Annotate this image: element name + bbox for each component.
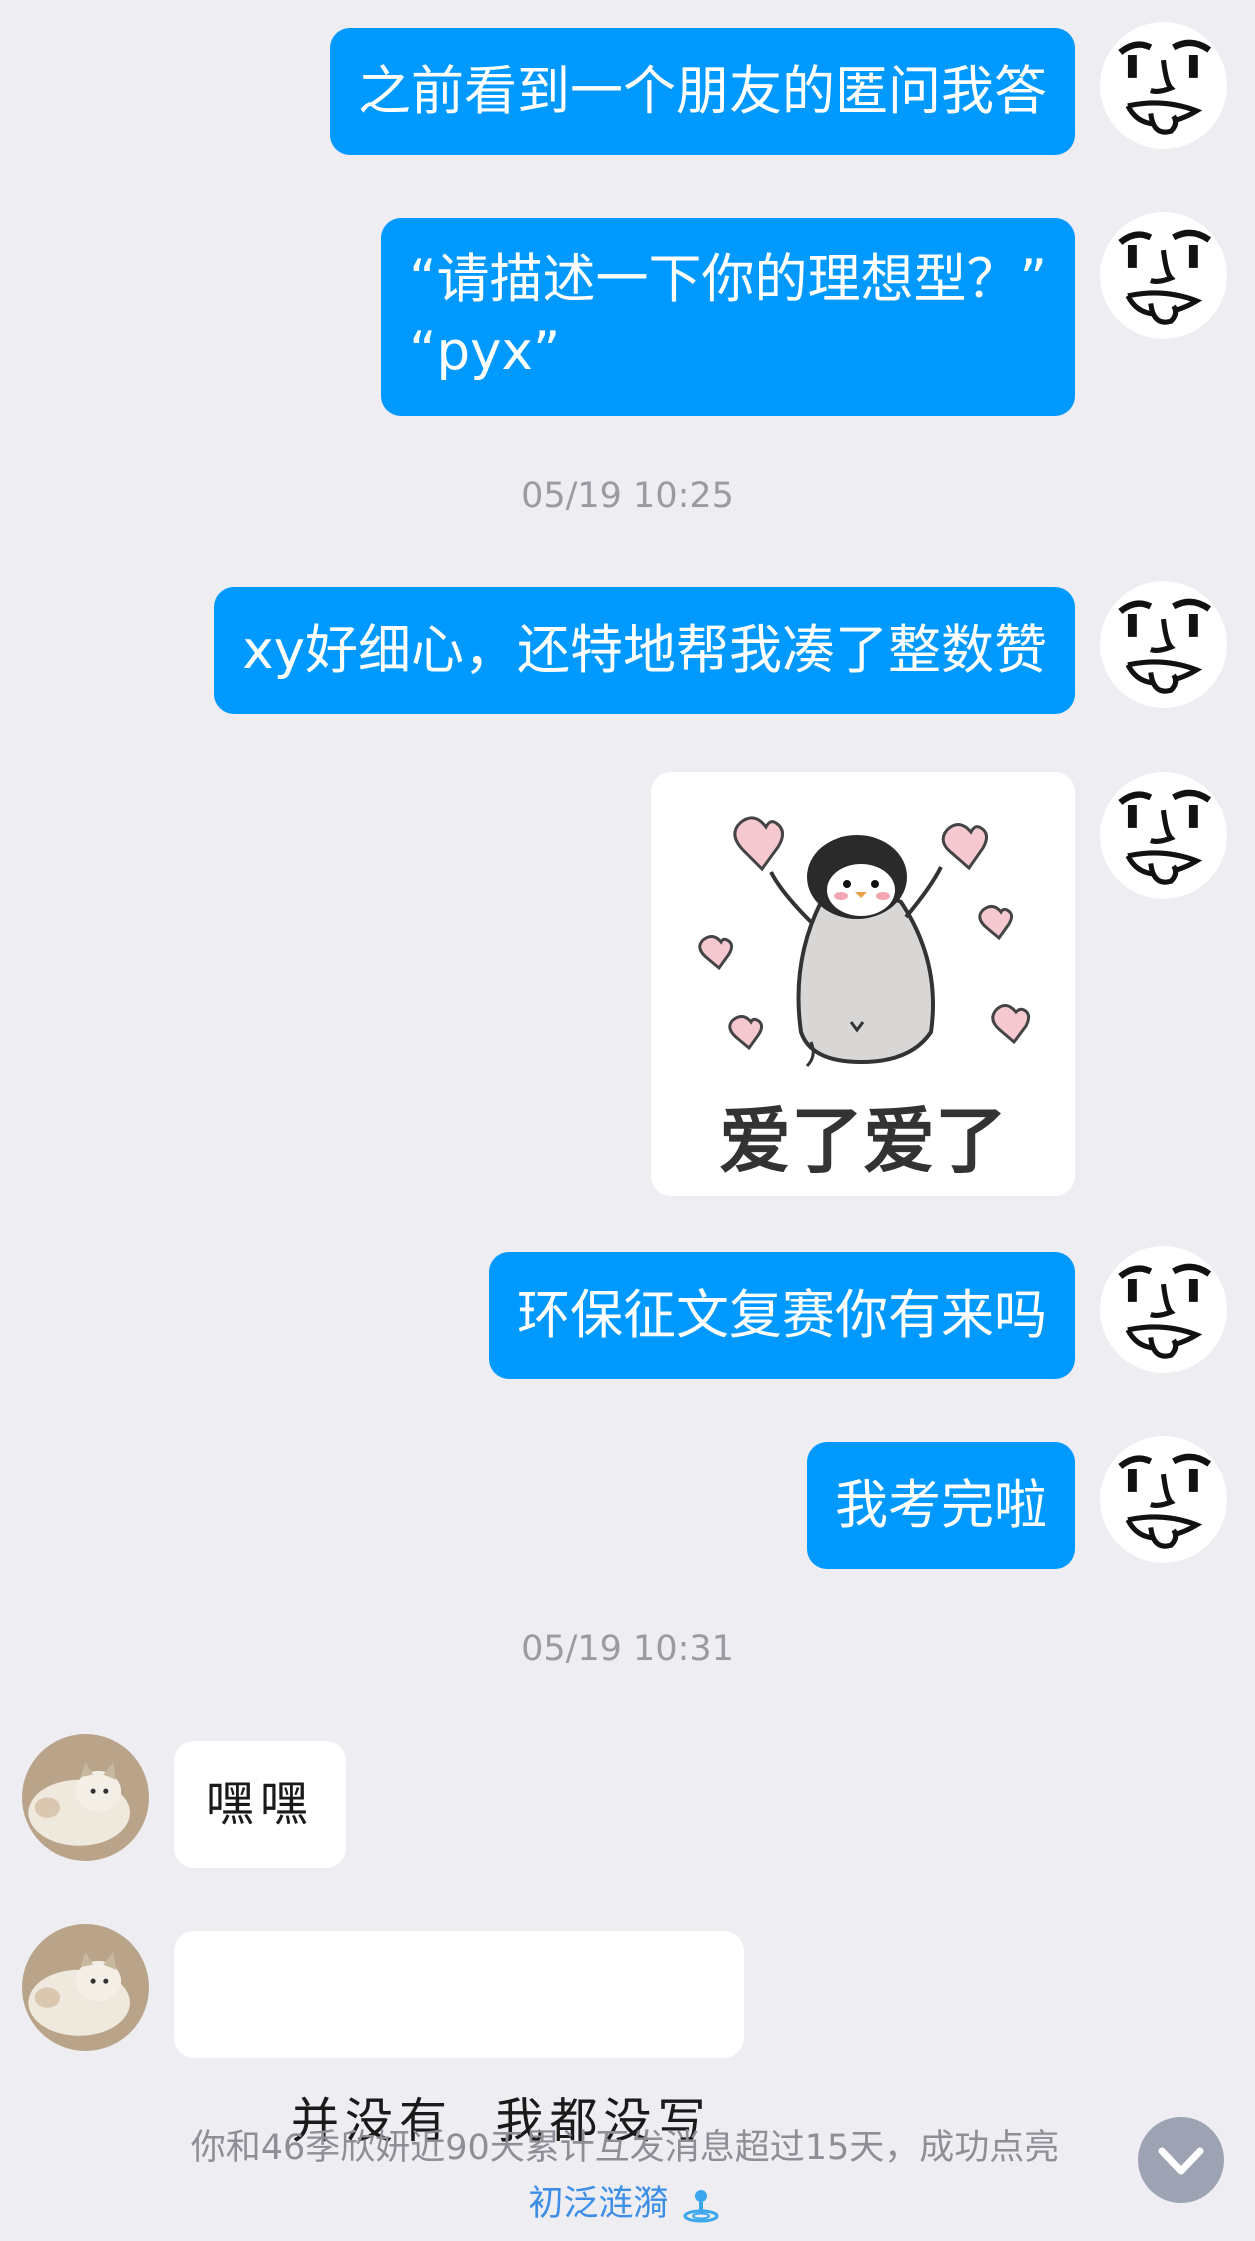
outgoing-message[interactable]: “请描述一下你的理想型？” “pyx” <box>381 218 1075 416</box>
outgoing-message[interactable]: 之前看到一个朋友的匿问我答 <box>330 28 1075 155</box>
message-text: 我考完啦 <box>835 1475 1047 1536</box>
self-avatar[interactable] <box>1100 212 1227 339</box>
message-text: 环保征文复赛你有来吗 <box>517 1285 1047 1346</box>
contact-avatar[interactable] <box>22 1734 149 1861</box>
self-avatar[interactable] <box>1100 1246 1227 1373</box>
smirk-face-icon <box>1118 1263 1212 1359</box>
chat-window: 之前看到一个朋友的匿问我答 “请描述一下你的理想型？” “pyx” 05/19 … <box>0 0 1255 2241</box>
self-avatar[interactable] <box>1100 22 1227 149</box>
smirk-face-icon <box>1118 39 1212 135</box>
timestamp: 05/19 10:25 <box>521 476 734 516</box>
incoming-message[interactable]: 嘿嘿 <box>174 1741 347 1868</box>
outgoing-message[interactable]: 我考完啦 <box>807 1442 1075 1569</box>
cat-photo-icon <box>22 1924 149 2051</box>
system-notice: 你和46季欣妍近90天累计互发消息超过15天，成功点亮 初泛涟漪 <box>150 2120 1100 2232</box>
message-text-line: “pyx” <box>409 321 561 382</box>
self-avatar[interactable] <box>1100 581 1227 708</box>
self-avatar[interactable] <box>1100 772 1227 899</box>
chevron-down-icon <box>1158 2147 1204 2175</box>
smirk-face-icon <box>1118 229 1212 325</box>
notice-text: 你和46季欣妍近90天累计互发消息超过15天，成功点亮 <box>190 2128 1060 2168</box>
smirk-face-icon <box>1118 789 1212 885</box>
notice-highlight-link[interactable]: 初泛涟漪 <box>528 2184 668 2224</box>
timestamp: 05/19 10:31 <box>521 1629 734 1669</box>
outgoing-message[interactable]: xy好细心，还特地帮我凑了整数赞 <box>214 587 1075 714</box>
message-text-line: “请描述一下你的理想型？” <box>409 249 1047 310</box>
ripple-icon <box>683 2190 719 2223</box>
smirk-face-icon <box>1118 1453 1212 1549</box>
sticker-caption: 爱了爱了 <box>718 1099 1007 1183</box>
message-text: 嘿嘿 <box>206 1776 315 1832</box>
self-avatar[interactable] <box>1100 1436 1227 1563</box>
contact-avatar[interactable] <box>22 1924 149 2051</box>
outgoing-message[interactable]: 环保征文复赛你有来吗 <box>489 1252 1075 1379</box>
incoming-message[interactable]: 并没有 我都没写 <box>174 1931 744 2149</box>
message-text: xy好细心，还特地帮我凑了整数赞 <box>242 620 1047 681</box>
message-text: 之前看到一个朋友的匿问我答 <box>358 61 1047 122</box>
smirk-face-icon <box>1118 598 1212 694</box>
sticker-message[interactable]: 爱了爱了 <box>651 772 1075 1196</box>
scroll-to-bottom-button[interactable] <box>1138 2117 1224 2203</box>
cat-photo-icon <box>22 1734 149 1861</box>
